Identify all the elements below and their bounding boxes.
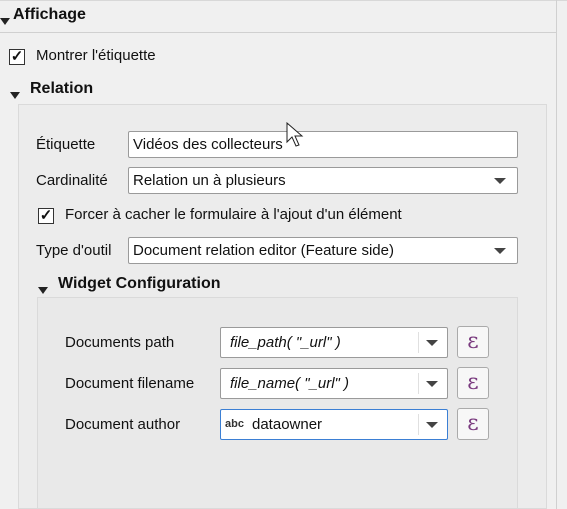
mouse-pointer-icon (286, 122, 304, 147)
affichage-collapse-toggle[interactable] (0, 12, 10, 29)
relation-collapse-toggle[interactable] (10, 86, 20, 103)
documents-path-label: Documents path (65, 334, 175, 351)
document-filename-label: Document filename (65, 375, 195, 392)
label-input[interactable]: Vidéos des collecteurs (128, 131, 518, 158)
widget-config-collapse-toggle[interactable] (38, 281, 48, 298)
top-border (0, 0, 567, 1)
tool-type-value: Document relation editor (Feature side) (133, 242, 394, 259)
chevron-down-icon (494, 178, 506, 184)
header-divider (0, 32, 557, 33)
relation-title: Relation (30, 80, 94, 97)
right-border (556, 0, 557, 509)
epsilon-expression-icon: ε (467, 329, 479, 354)
chevron-down-icon (426, 422, 438, 428)
label-input-value: Vidéos des collecteurs (133, 136, 283, 153)
chevron-down-icon (494, 248, 506, 254)
force-hide-checkbox[interactable]: ✓ (38, 208, 54, 224)
document-filename-expression-field[interactable]: file_name( "_url" ) (220, 368, 448, 399)
cardinality-combobox[interactable]: Relation un à plusieurs (128, 167, 518, 194)
documents-path-expression-field[interactable]: file_path( "_url" ) (220, 327, 448, 358)
cardinality-value: Relation un à plusieurs (133, 172, 286, 189)
document-filename-expression-button[interactable]: ε (457, 367, 489, 399)
documents-path-expression-button[interactable]: ε (457, 326, 489, 358)
checkmark-icon: ✓ (39, 207, 53, 224)
dropdown-separator (418, 414, 419, 435)
dropdown-separator (418, 332, 419, 353)
tool-type-label: Type d'outil (36, 242, 112, 259)
force-hide-text: Forcer à cacher le formulaire à l'ajout … (65, 206, 402, 223)
triangle-down-icon (38, 287, 48, 294)
chevron-down-icon (426, 340, 438, 346)
affichage-title: Affichage (13, 6, 86, 23)
widget-config-title: Widget Configuration (58, 275, 221, 292)
epsilon-expression-icon: ε (467, 370, 479, 395)
document-filename-value: file_name( "_url" ) (230, 375, 350, 392)
document-author-label: Document author (65, 416, 181, 433)
label-field-label: Étiquette (36, 136, 96, 153)
abc-field-type-icon: abc (225, 418, 244, 430)
dropdown-separator (418, 373, 419, 394)
cardinality-label: Cardinalité (36, 172, 108, 189)
triangle-down-icon (10, 92, 20, 99)
document-author-value: dataowner (252, 416, 323, 433)
triangle-down-icon (0, 18, 10, 25)
tool-type-combobox[interactable]: Document relation editor (Feature side) (128, 237, 518, 264)
documents-path-value: file_path( "_url" ) (230, 334, 341, 351)
chevron-down-icon (426, 381, 438, 387)
document-author-expression-button[interactable]: ε (457, 408, 489, 440)
epsilon-expression-icon: ε (467, 411, 479, 436)
document-author-field-combobox[interactable]: abc dataowner (220, 409, 448, 440)
checkmark-icon: ✓ (10, 48, 24, 65)
show-label-checkbox[interactable]: ✓ (9, 49, 25, 65)
show-label-text: Montrer l'étiquette (36, 47, 156, 64)
